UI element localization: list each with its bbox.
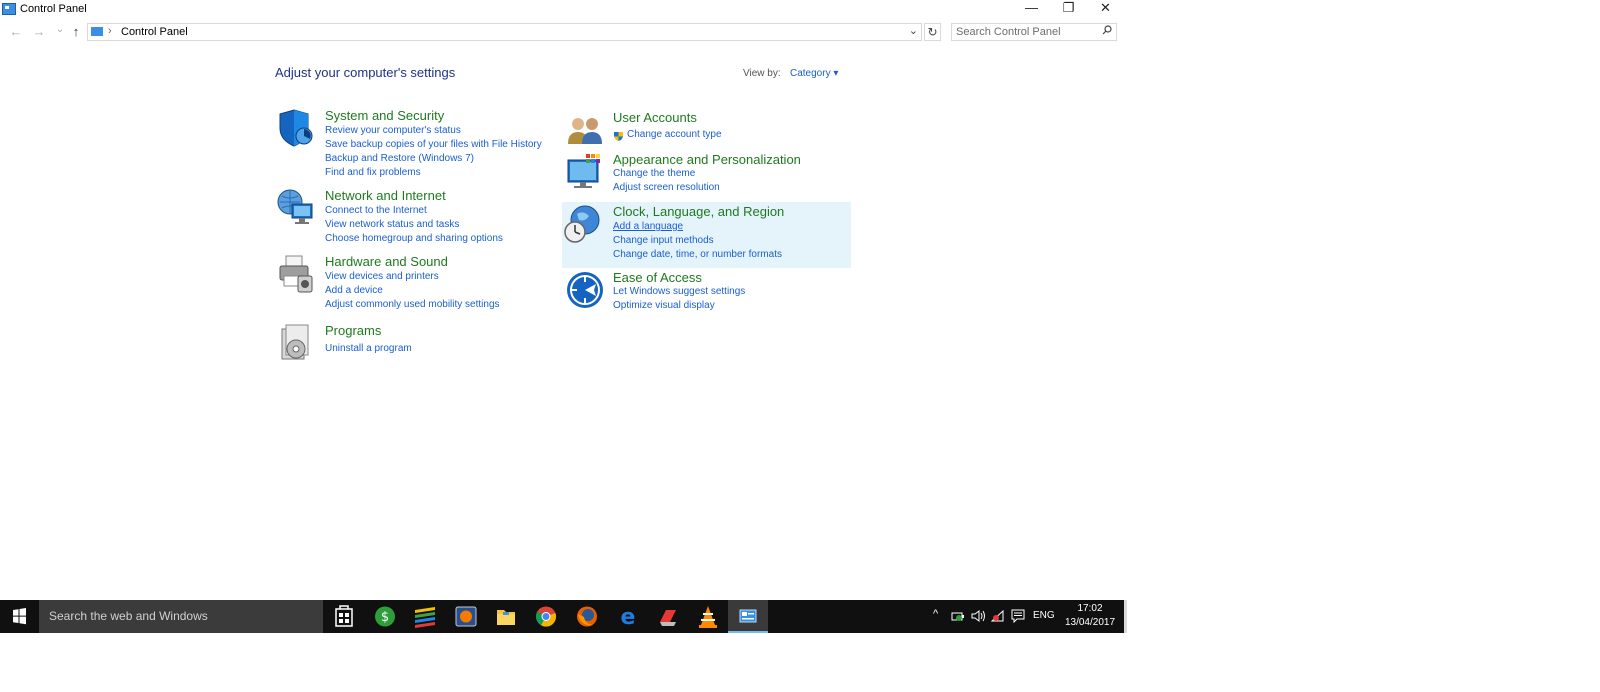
- link-input-methods[interactable]: Change input methods: [613, 235, 714, 246]
- link-file-history[interactable]: Save backup copies of your files with Fi…: [325, 139, 542, 150]
- link-optimize-visual-display[interactable]: Optimize visual display: [613, 300, 715, 311]
- link-find-fix-problems[interactable]: Find and fix problems: [325, 167, 421, 178]
- media-icon[interactable]: [446, 600, 486, 633]
- category-title[interactable]: Appearance and Personalization: [613, 152, 801, 167]
- chrome-icon[interactable]: [526, 600, 566, 633]
- ease-of-access-icon[interactable]: [566, 270, 608, 312]
- shield-icon[interactable]: [276, 108, 318, 150]
- volume-icon[interactable]: [971, 610, 987, 625]
- ccleaner-icon[interactable]: [648, 600, 688, 633]
- link-review-status[interactable]: Review your computer's status: [325, 125, 461, 136]
- network-status-icon[interactable]: [990, 609, 1005, 625]
- breadcrumb-control-panel[interactable]: Control Panel: [121, 26, 188, 38]
- link-network-status[interactable]: View network status and tasks: [325, 219, 459, 230]
- page-title: Adjust your computer's settings: [275, 65, 456, 80]
- link-devices-printers[interactable]: View devices and printers: [325, 271, 439, 282]
- restore-button[interactable]: ❐: [1050, 0, 1087, 18]
- link-change-theme[interactable]: Change the theme: [613, 168, 695, 179]
- link-connect-internet[interactable]: Connect to the Internet: [325, 205, 427, 216]
- link-add-language[interactable]: Add a language: [613, 221, 683, 232]
- link-change-account-type[interactable]: Change account type: [627, 129, 722, 140]
- money-icon[interactable]: $: [365, 600, 405, 633]
- vlc-icon[interactable]: [688, 600, 728, 633]
- forward-button[interactable]: →: [31, 24, 47, 39]
- programs-icon[interactable]: [276, 323, 318, 365]
- control-panel-icon: [91, 27, 103, 36]
- minimize-button[interactable]: —: [1013, 0, 1050, 18]
- view-by-label: View by:: [743, 68, 781, 79]
- clock-date[interactable]: 13/04/2017: [1062, 617, 1118, 628]
- clock-globe-icon[interactable]: [563, 204, 605, 246]
- firefox-icon[interactable]: [567, 600, 607, 633]
- stack-icon[interactable]: [405, 600, 445, 633]
- category-title[interactable]: Programs: [325, 323, 381, 338]
- link-date-time-formats[interactable]: Change date, time, or number formats: [613, 249, 782, 260]
- link-mobility-settings[interactable]: Adjust commonly used mobility settings: [325, 299, 500, 310]
- edge-icon[interactable]: e: [608, 600, 648, 633]
- back-button[interactable]: ←: [8, 24, 24, 39]
- link-windows-suggest-settings[interactable]: Let Windows suggest settings: [613, 286, 745, 297]
- taskbar: Search the web and Windows $ e ^ ENG 17:…: [0, 600, 1127, 633]
- navigation-bar: ← → ⌄ ↑ › Control Panel ⌄ ↻: [0, 22, 1127, 44]
- link-screen-resolution[interactable]: Adjust screen resolution: [613, 182, 720, 193]
- category-title[interactable]: System and Security: [325, 108, 444, 123]
- view-by-dropdown[interactable]: Category ▾: [790, 68, 838, 79]
- control-panel-window: Control Panel — ❐ ✕ ← → ⌄ ↑ › Control Pa…: [0, 0, 1127, 600]
- link-uninstall-program[interactable]: Uninstall a program: [325, 343, 412, 354]
- search-icon[interactable]: [1102, 25, 1112, 38]
- refresh-button[interactable]: ↻: [924, 23, 941, 41]
- link-add-device[interactable]: Add a device: [325, 285, 383, 296]
- printer-icon[interactable]: [276, 254, 318, 296]
- address-bar[interactable]: › Control Panel ⌄: [87, 23, 922, 41]
- control-panel-icon: [2, 3, 16, 15]
- control-panel-icon[interactable]: [728, 600, 768, 633]
- start-button[interactable]: [0, 600, 39, 633]
- recent-locations-button[interactable]: ⌄: [52, 24, 68, 35]
- window-title: Control Panel: [20, 3, 87, 15]
- file-explorer-icon[interactable]: [486, 600, 526, 633]
- category-title[interactable]: Network and Internet: [325, 188, 446, 203]
- power-icon[interactable]: [951, 610, 965, 625]
- users-icon[interactable]: [566, 110, 608, 152]
- category-title[interactable]: User Accounts: [613, 110, 697, 125]
- title-bar: Control Panel — ❐ ✕: [0, 0, 1127, 20]
- input-language[interactable]: ENG: [1033, 610, 1055, 621]
- network-icon[interactable]: [276, 188, 318, 230]
- search-input[interactable]: [956, 25, 1096, 39]
- svg-text:$: $: [381, 610, 389, 625]
- category-title[interactable]: Ease of Access: [613, 270, 702, 285]
- link-backup-restore[interactable]: Backup and Restore (Windows 7): [325, 153, 474, 164]
- search-box[interactable]: [951, 23, 1117, 41]
- link-homegroup[interactable]: Choose homegroup and sharing options: [325, 233, 503, 244]
- show-hidden-icons-chevron[interactable]: ^: [933, 608, 938, 620]
- category-title[interactable]: Clock, Language, and Region: [613, 204, 784, 219]
- up-button[interactable]: ↑: [68, 24, 84, 39]
- clock-time[interactable]: 17:02: [1068, 603, 1112, 614]
- close-button[interactable]: ✕: [1087, 0, 1124, 18]
- taskbar-search-box[interactable]: Search the web and Windows: [39, 600, 323, 633]
- category-title[interactable]: Hardware and Sound: [325, 254, 448, 269]
- uac-shield-icon: [613, 129, 624, 141]
- monitor-palette-icon[interactable]: [566, 152, 608, 194]
- show-desktop-button[interactable]: [1124, 600, 1127, 633]
- taskbar-search-placeholder: Search the web and Windows: [49, 609, 208, 623]
- action-center-icon[interactable]: [1011, 609, 1025, 626]
- svg-text:e: e: [621, 605, 636, 630]
- address-dropdown-button[interactable]: ⌄: [909, 24, 918, 37]
- breadcrumb-separator[interactable]: ›: [108, 25, 112, 37]
- store-icon[interactable]: [324, 600, 364, 633]
